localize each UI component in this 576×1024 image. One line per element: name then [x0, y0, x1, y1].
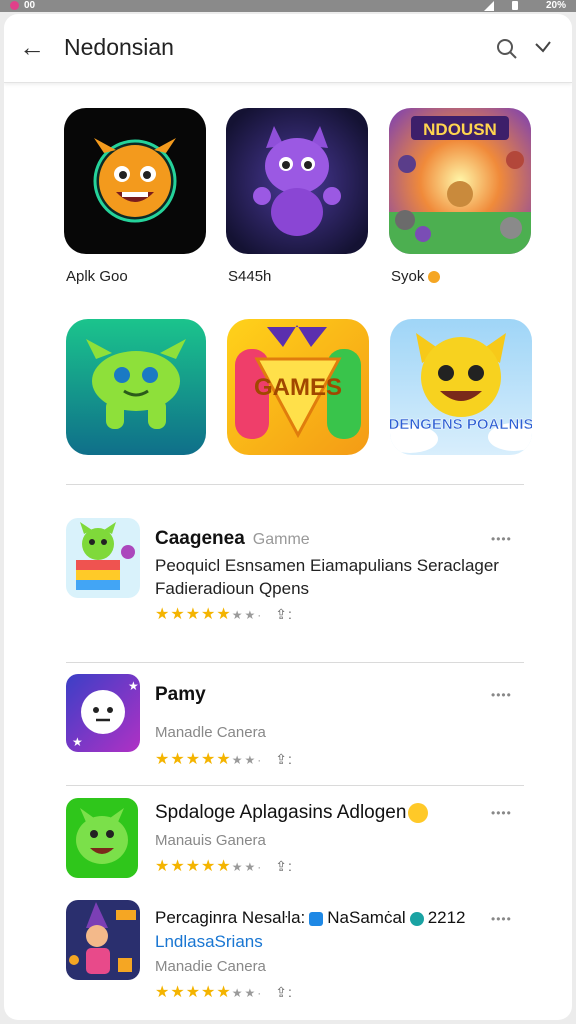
download-icon: ⇪: [275, 984, 293, 1000]
emoji-icon [408, 802, 429, 823]
list-item-developer: Manauis Ganera [155, 832, 266, 849]
notification-dot-icon [10, 1, 19, 10]
divider [66, 785, 524, 786]
purple-creature-icon [226, 108, 368, 254]
app-label-s445h: S445h [228, 268, 272, 285]
yellow-cat-logo-text: DENGENS POALNIS [390, 416, 532, 433]
search-icon[interactable] [496, 38, 518, 60]
app-label-syok: Syok [391, 268, 441, 285]
download-icon: ⇪: [275, 858, 293, 874]
svg-text:★: ★ [128, 679, 139, 693]
green-blob-icon [66, 798, 138, 878]
more-options-icon[interactable]: •••• [491, 806, 512, 820]
app-tile-green-monster[interactable] [66, 319, 206, 455]
app-tile-aplk-goo[interactable] [64, 108, 206, 254]
status-bar: 00 20% [0, 0, 576, 12]
divider [66, 484, 524, 485]
app-tile-syok[interactable]: NDOUSN [389, 108, 531, 254]
witch-character-icon [66, 900, 140, 980]
yellow-cat-icon: DENGENS POALNIS [390, 319, 532, 455]
battery-percent: 20% [545, 0, 566, 11]
app-label-aplk-goo: Aplk Goo [66, 268, 128, 285]
list-item-icon-percaginra[interactable] [66, 900, 140, 980]
svg-text:★: ★ [72, 735, 83, 749]
list-item-icon-pamy[interactable]: ★ ★ [66, 674, 140, 752]
app-tile-games[interactable]: GAMES [227, 319, 369, 455]
rating-stars: ★★★★★★★· ⇪: [155, 858, 293, 875]
more-options-icon[interactable]: •••• [491, 688, 512, 702]
rating-stars: ★★★★★★★· ⇪: [155, 984, 293, 1001]
verified-badge-icon [309, 911, 324, 926]
orange-monster-icon [64, 108, 206, 254]
chevron-down-icon[interactable] [532, 36, 554, 58]
list-item-icon-spdaloge[interactable] [66, 798, 138, 878]
games-logo-text: GAMES [254, 374, 342, 401]
ndousn-banner-text: NDOUSN [423, 120, 497, 139]
list-item-developer: Manadle Canera [155, 724, 266, 741]
list-item-title[interactable]: Percaginra Nesaŀla: NaSamċal 2212 [155, 908, 466, 928]
more-options-icon[interactable]: •••• [491, 532, 512, 546]
battery-icon [512, 1, 518, 10]
download-icon: ⇪: [275, 606, 293, 622]
back-arrow-icon[interactable]: ← [18, 34, 46, 62]
list-item-developer: Manadie Canera [155, 958, 266, 975]
green-monster-icon [66, 319, 206, 455]
rating-stars: ★★★★★★★· ⇪: [155, 606, 293, 623]
play-badge-icon [409, 911, 424, 926]
games-controller-icon: GAMES [227, 319, 369, 455]
page-title: Nedonsian [64, 34, 174, 60]
coin-icon [428, 271, 441, 284]
more-options-icon[interactable]: •••• [491, 912, 512, 926]
list-item-title[interactable]: Spdaloge Aplagasins Adlogen [155, 802, 429, 824]
signal-icon [484, 1, 494, 11]
smiley-face-icon: ★ ★ [66, 674, 140, 752]
list-item-tag: Gamme [252, 531, 310, 548]
main-card: ← Nedonsian Aplk Goo S445h NDOUSN Syok G… [4, 14, 572, 1020]
app-tile-yellow-cat[interactable]: DENGENS POALNIS [390, 319, 532, 455]
status-left-text: 00 [24, 0, 36, 11]
list-item-description: Peoquicl Esnsamen Eiamapulians Seraclage… [155, 556, 499, 598]
divider [66, 662, 524, 663]
list-item-icon-caagenea[interactable] [66, 518, 140, 598]
list-item-title[interactable]: Pamy [155, 684, 206, 706]
app-tile-s445h[interactable] [226, 108, 368, 254]
list-item-title[interactable]: Caagenea Gamme [155, 528, 310, 550]
list-item-link[interactable]: LndlasaSrians [155, 932, 263, 952]
ndousn-banner-icon: NDOUSN [389, 108, 531, 254]
app-bar: ← Nedonsian [4, 14, 572, 83]
rating-stars: ★★★★★★★· ⇪: [155, 751, 293, 768]
rainbow-monster-icon [66, 518, 140, 598]
download-icon: ⇪: [275, 751, 293, 767]
